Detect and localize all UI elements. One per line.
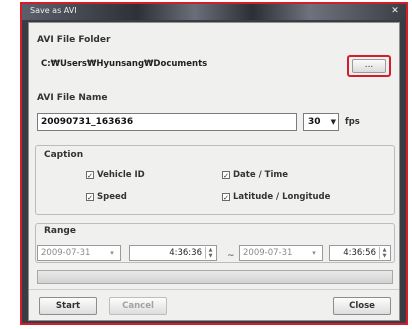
start-time-picker[interactable]: 4:36:36 ▲ ▼ xyxy=(129,245,217,261)
fps-value: 30 xyxy=(308,117,321,127)
speed-label: Speed xyxy=(97,192,127,202)
title-bar[interactable]: Save as AVI ✕ xyxy=(22,4,406,20)
checkmark-icon[interactable]: ✓ xyxy=(222,193,230,202)
fps-select[interactable]: 30 ▼ xyxy=(303,113,339,131)
filename-label: AVI File Name xyxy=(37,93,108,103)
start-date-value: 2009-07-31 xyxy=(41,248,91,258)
lat-long-label: Latitude / Longitude xyxy=(233,192,331,202)
speed-checkbox[interactable]: ✓ Speed xyxy=(86,192,127,202)
lat-long-checkbox[interactable]: ✓ Latitude / Longitude xyxy=(222,192,330,202)
spin-buttons[interactable]: ▲ ▼ xyxy=(205,247,215,259)
start-date-picker[interactable]: 2009-07-31 ▾ xyxy=(37,245,121,261)
cancel-button[interactable]: Cancel xyxy=(109,297,167,315)
dropdown-arrow-icon[interactable]: ▼ xyxy=(331,114,336,130)
filename-input[interactable]: 20090731_163636 xyxy=(37,113,297,131)
close-button[interactable]: Close xyxy=(333,297,391,315)
caption-group: Caption ✓ Vehicle ID ✓ Date / Time ✓ Spe… xyxy=(35,145,395,215)
start-time-value: 4:36:36 xyxy=(169,248,202,258)
fps-unit-label: fps xyxy=(345,117,360,127)
start-button[interactable]: Start xyxy=(39,297,97,315)
spin-down-icon[interactable]: ▼ xyxy=(380,253,389,259)
spin-buttons[interactable]: ▲ ▼ xyxy=(379,247,389,259)
date-time-label: Date / Time xyxy=(233,170,288,180)
folder-path: C:₩Users₩Hyunsang₩Documents xyxy=(41,59,208,69)
folder-label: AVI File Folder xyxy=(37,35,111,45)
close-window-icon[interactable]: ✕ xyxy=(388,5,402,17)
dialog-body: AVI File Folder C:₩Users₩Hyunsang₩Docume… xyxy=(28,22,400,321)
spin-down-icon[interactable]: ▼ xyxy=(206,253,215,259)
divider xyxy=(29,289,399,290)
end-date-value: 2009-07-31 xyxy=(243,248,293,258)
save-as-avi-dialog: Save as AVI ✕ AVI File Folder C:₩Users₩H… xyxy=(20,2,408,325)
checkmark-icon[interactable]: ✓ xyxy=(86,193,94,202)
end-time-value: 4:36:56 xyxy=(343,248,376,258)
export-progress-bar xyxy=(37,270,393,284)
caption-label: Caption xyxy=(44,150,84,160)
vehicle-id-checkbox[interactable]: ✓ Vehicle ID xyxy=(86,170,145,180)
window-title: Save as AVI xyxy=(30,6,77,15)
browse-button[interactable]: ... xyxy=(352,59,386,73)
checkmark-icon[interactable]: ✓ xyxy=(86,171,94,180)
calendar-icon[interactable]: ▾ xyxy=(107,247,117,259)
browse-highlight: ... xyxy=(347,55,391,77)
end-time-picker[interactable]: 4:36:56 ▲ ▼ xyxy=(329,245,391,261)
end-date-picker[interactable]: 2009-07-31 ▾ xyxy=(239,245,323,261)
range-label: Range xyxy=(44,226,76,236)
date-time-checkbox[interactable]: ✓ Date / Time xyxy=(222,170,288,180)
range-separator: ~ xyxy=(227,251,235,261)
checkmark-icon[interactable]: ✓ xyxy=(222,171,230,180)
calendar-icon[interactable]: ▾ xyxy=(309,247,319,259)
vehicle-id-label: Vehicle ID xyxy=(97,170,145,180)
